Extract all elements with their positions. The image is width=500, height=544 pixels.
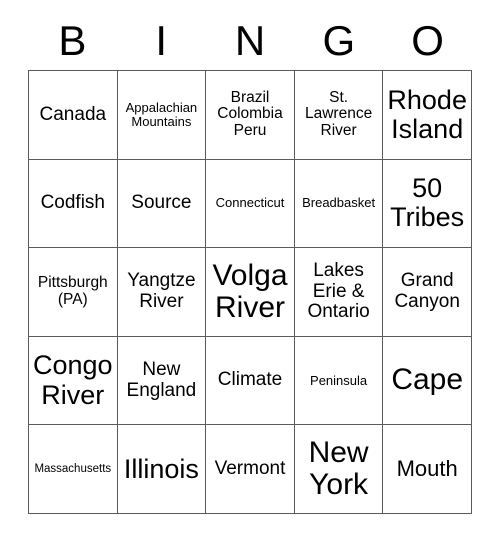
bingo-cell-label: Breadbasket [302,195,376,211]
bingo-cell[interactable]: Illinois [117,425,207,514]
bingo-cell-label: Massachusetts [34,462,112,475]
bingo-cell-label: 50 Tribes [390,173,465,233]
bingo-cell-label: Lakes Erie & Ontario [307,260,370,323]
bingo-header-row: B I N G O [28,14,472,68]
bingo-header-letter-i: I [155,17,168,64]
bingo-cell-label: New England [126,359,197,401]
bingo-cell[interactable]: Volga River [206,248,295,337]
bingo-cell[interactable]: Canada [29,71,118,160]
bingo-cell[interactable]: Grand Canyon [383,248,472,337]
bingo-cell[interactable]: Mouth [383,425,472,514]
bingo-cell-label: Rhode Island [387,84,467,144]
bingo-cell-label: Peninsula [310,372,368,388]
bingo-cell-label: Illinois [123,453,199,484]
bingo-cell[interactable]: Rhode Island [383,71,472,160]
bingo-cell-label: Congo River [33,350,113,410]
bingo-cell-label: St. Lawrence River [304,88,373,140]
bingo-cell[interactable]: Congo River [29,336,118,426]
bingo-cell-label: Mouth [396,456,458,482]
bingo-grid: Canada Appalachian Mountains Brazil Colomb… [28,70,472,514]
bingo-cell-label: Volga River [212,258,288,324]
bingo-cell[interactable]: St. Lawrence River [294,71,384,160]
bingo-cell[interactable]: Breadbasket [294,159,384,249]
bingo-cell-label: Brazil Colombia Peru [217,88,283,140]
bingo-cell[interactable]: Peninsula [294,336,384,426]
bingo-cell-label: Pittsburgh (PA) [37,274,108,308]
bingo-cell[interactable]: Climate [206,336,295,426]
bingo-cell[interactable]: Cape [383,336,472,426]
bingo-cell-label: Source [131,192,192,214]
bingo-cell[interactable]: 50 Tribes [383,159,472,249]
bingo-cell[interactable]: Lakes Erie & Ontario [294,248,384,337]
bingo-cell-label: Codfish [40,192,105,214]
bingo-cell[interactable]: Massachusetts [29,425,118,514]
bingo-cell-label: Appalachian Mountains [125,99,198,129]
bingo-cell-label: Grand Canyon [394,270,460,312]
bingo-cell-label: Vermont [214,457,286,479]
bingo-cell-label: Connecticut [215,195,285,211]
bingo-cell-label: Climate [217,369,283,391]
bingo-cell[interactable]: Codfish [29,159,118,249]
bingo-header-letter-b: B [58,17,87,64]
bingo-cell[interactable]: Pittsburgh (PA) [29,248,118,337]
bingo-cell-label: New York [308,435,369,502]
bingo-header-letter-o: O [411,17,444,64]
bingo-cell[interactable]: Brazil Colombia Peru [206,71,295,160]
bingo-card: B I N G O Canada Appalachian Mountains Bra… [0,0,500,544]
bingo-cell[interactable]: Connecticut [206,159,295,249]
bingo-cell-label: Yangtze River [127,270,196,312]
bingo-cell-label: Cape [391,363,464,397]
bingo-cell[interactable]: Vermont [206,425,295,514]
bingo-header-letter-n: N [234,17,266,64]
bingo-cell[interactable]: Source [117,159,207,249]
bingo-cell[interactable]: Yangtze River [117,248,207,337]
bingo-cell-label: Canada [39,103,107,125]
bingo-header-letter-g: G [322,17,356,64]
bingo-cell[interactable]: New York [294,425,384,514]
bingo-cell[interactable]: Appalachian Mountains [117,71,207,160]
bingo-cell[interactable]: New England [117,336,207,426]
